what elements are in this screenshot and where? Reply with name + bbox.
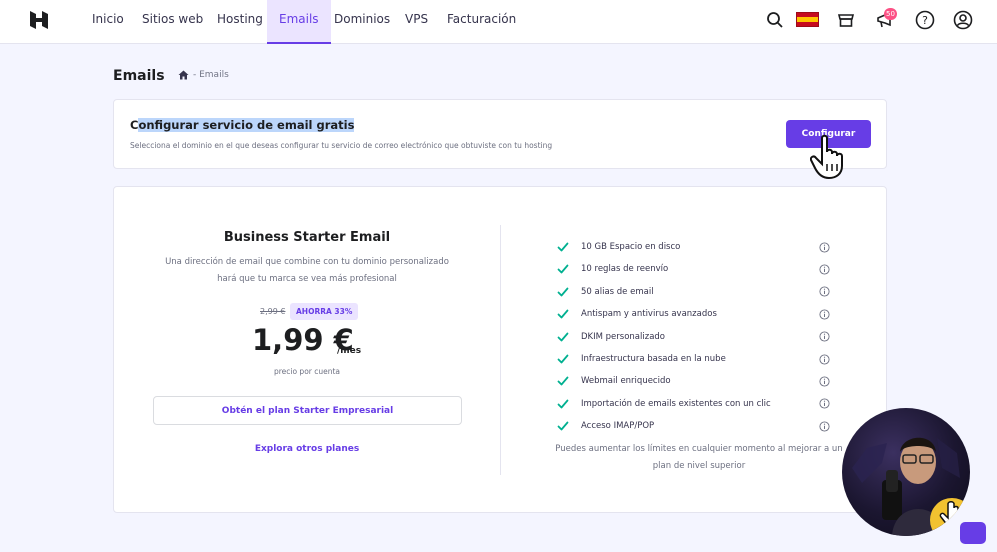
nav-dominios[interactable]: Dominios xyxy=(334,0,390,44)
explore-plans-link[interactable]: Explora otros planes xyxy=(154,444,460,454)
info-icon[interactable] xyxy=(819,286,830,297)
check-icon xyxy=(557,376,569,386)
feature-label: 50 alias de email xyxy=(581,286,654,297)
info-icon[interactable] xyxy=(819,309,830,320)
feature-item: DKIM personalizado xyxy=(557,330,665,344)
price-period: /mes xyxy=(337,346,362,356)
feature-label: DKIM personalizado xyxy=(581,331,665,342)
feature-label: Acceso IMAP/POP xyxy=(581,421,655,432)
breadcrumb: - Emails xyxy=(178,70,229,80)
nav-hosting[interactable]: Hosting xyxy=(217,0,263,44)
check-icon xyxy=(557,287,569,297)
svg-text:?: ? xyxy=(922,14,928,27)
info-icon[interactable] xyxy=(819,376,830,387)
info-icon[interactable] xyxy=(819,398,830,409)
top-navigation: Inicio Sitios web Hosting Emails Dominio… xyxy=(0,0,997,44)
nav-facturacion[interactable]: Facturación xyxy=(447,0,516,44)
webcam-frame-badge xyxy=(960,522,986,544)
hand-cursor-icon xyxy=(810,134,843,180)
feature-item: Importación de emails existentes con un … xyxy=(557,397,771,411)
feature-label: Importación de emails existentes con un … xyxy=(581,398,771,409)
info-icon[interactable] xyxy=(819,331,830,342)
footnote: Puedes aumentar los límites en cualquier… xyxy=(555,444,843,471)
check-icon xyxy=(557,242,569,252)
feature-item: 10 reglas de reenvío xyxy=(557,262,668,276)
check-icon xyxy=(557,264,569,274)
feature-item: Webmail enriquecido xyxy=(557,374,671,388)
hostinger-logo[interactable] xyxy=(28,9,50,31)
get-plan-button[interactable]: Obtén el plan Starter Empresarial xyxy=(153,396,462,425)
price-note: precio por cuenta xyxy=(273,367,341,376)
nav-inicio[interactable]: Inicio xyxy=(92,0,124,44)
setup-subtitle: Selecciona el dominio en el que deseas c… xyxy=(130,141,553,150)
spain-flag-icon[interactable] xyxy=(796,12,819,27)
check-icon xyxy=(557,399,569,409)
nav-vps[interactable]: VPS xyxy=(405,0,428,44)
setup-title: Configurar servicio de email gratis xyxy=(130,118,355,132)
plan-name: Business Starter Email xyxy=(223,230,391,245)
info-icon[interactable] xyxy=(819,241,830,253)
setup-email-card: Configurar servicio de email gratis Sele… xyxy=(113,99,887,169)
plan-card: Business Starter Email Una dirección de … xyxy=(113,186,887,513)
store-icon[interactable] xyxy=(836,10,856,30)
nav-emails[interactable]: Emails xyxy=(267,0,331,44)
page-title: Emails xyxy=(113,68,165,84)
search-icon[interactable] xyxy=(765,10,785,30)
feature-item: Infraestructura basada en la nube xyxy=(557,352,726,366)
info-icon[interactable] xyxy=(819,353,830,365)
check-icon xyxy=(557,332,569,341)
presenter-webcam xyxy=(842,408,970,536)
plan-description: Una dirección de email que combine con t… xyxy=(165,257,449,284)
feature-label: Infraestructura basada en la nube xyxy=(581,354,726,364)
feature-label: 10 GB Espacio en disco xyxy=(581,242,681,252)
nav-sitios-web[interactable]: Sitios web xyxy=(142,0,203,44)
check-icon xyxy=(557,309,569,319)
check-icon xyxy=(557,421,569,431)
home-icon[interactable] xyxy=(178,70,189,80)
info-icon[interactable] xyxy=(819,421,830,432)
notification-badge: 50 xyxy=(884,8,897,20)
feature-label: Webmail enriquecido xyxy=(581,376,671,387)
divider xyxy=(500,225,501,475)
feature-item: Acceso IMAP/POP xyxy=(557,419,654,433)
feature-label: Antispam y antivirus avanzados xyxy=(581,309,717,320)
feature-item: 50 alias de email xyxy=(557,285,654,299)
info-icon[interactable] xyxy=(819,264,830,275)
feature-item: Antispam y antivirus avanzados xyxy=(557,307,717,321)
help-icon[interactable]: ? xyxy=(915,10,935,30)
account-icon[interactable] xyxy=(953,10,973,30)
feature-label: 10 reglas de reenvío xyxy=(581,264,669,275)
discount-badge: AHORRA 33% xyxy=(290,303,359,320)
feature-item: 10 GB Espacio en disco xyxy=(557,240,680,254)
old-price: 2,99 € xyxy=(260,307,286,316)
breadcrumb-label: - Emails xyxy=(193,70,229,80)
check-icon xyxy=(557,354,569,364)
